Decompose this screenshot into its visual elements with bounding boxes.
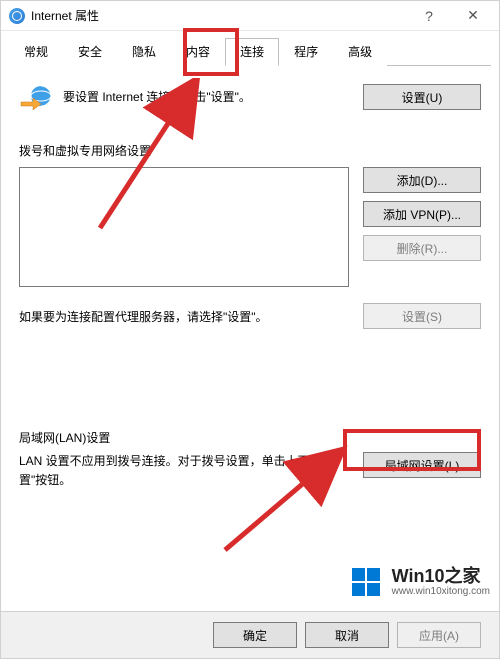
- ok-button[interactable]: 确定: [213, 622, 297, 648]
- setup-desc-post: 。: [239, 90, 251, 104]
- lan-section: 局域网(LAN)设置 LAN 设置不应用到拨号连接。对于拨号设置，单击上面的"设…: [19, 429, 481, 490]
- proxy-settings-button: 设置(S): [363, 303, 481, 329]
- tab-content[interactable]: 内容: [171, 38, 225, 66]
- internet-properties-window: Internet 属性 ? ✕ 常规 安全 隐私 内容 连接 程序 高级 要设置…: [0, 0, 500, 659]
- setup-button[interactable]: 设置(U): [363, 84, 481, 110]
- setup-description: 要设置 Internet 连接，单击"设置"。: [63, 88, 353, 106]
- watermark-url: www.win10xitong.com: [392, 586, 490, 597]
- content-panel: 要设置 Internet 连接，单击"设置"。 设置(U) 拨号和虚拟专用网络设…: [1, 66, 499, 611]
- close-button[interactable]: ✕: [451, 2, 495, 30]
- proxy-text: 如果要为连接配置代理服务器，请选择"设置"。: [19, 308, 351, 325]
- dialup-section: 拨号和虚拟专用网络设置 添加(D)... 添加 VPN(P)... 删除(R).…: [19, 142, 481, 329]
- add-vpn-button[interactable]: 添加 VPN(P)...: [363, 201, 481, 227]
- dialup-buttons: 添加(D)... 添加 VPN(P)... 删除(R)...: [363, 167, 481, 287]
- apply-button: 应用(A): [397, 622, 481, 648]
- help-button[interactable]: ?: [407, 2, 451, 30]
- connections-listbox[interactable]: [19, 167, 349, 287]
- add-button[interactable]: 添加(D)...: [363, 167, 481, 193]
- watermark: Win10之家 www.win10xitong.com: [350, 565, 490, 599]
- remove-button: 删除(R)...: [363, 235, 481, 261]
- setup-desc-pre: 要设置 Internet 连接，单击: [63, 90, 206, 104]
- tab-connections[interactable]: 连接: [225, 38, 279, 66]
- tab-security[interactable]: 安全: [63, 38, 117, 66]
- lan-row: LAN 设置不应用到拨号连接。对于拨号设置，单击上面的"设置"按钮。 局域网设置…: [19, 452, 481, 490]
- globe-arrow-icon: [19, 80, 53, 114]
- proxy-row: 如果要为连接配置代理服务器，请选择"设置"。 设置(S): [19, 303, 481, 329]
- tab-advanced[interactable]: 高级: [333, 38, 387, 66]
- tab-general[interactable]: 常规: [9, 38, 63, 66]
- setup-desc-quoted: "设置": [206, 90, 239, 104]
- lan-title: 局域网(LAN)设置: [19, 429, 481, 446]
- lan-settings-button[interactable]: 局域网设置(L): [363, 452, 481, 478]
- internet-icon: [9, 8, 25, 24]
- window-title: Internet 属性: [31, 7, 407, 24]
- windows-logo-icon: [350, 565, 384, 599]
- tab-programs[interactable]: 程序: [279, 38, 333, 66]
- watermark-text: Win10之家 www.win10xitong.com: [392, 567, 490, 598]
- dialog-buttons: 确定 取消 应用(A): [1, 611, 499, 658]
- lan-text: LAN 设置不应用到拨号连接。对于拨号设置，单击上面的"设置"按钮。: [19, 452, 349, 490]
- dialup-title: 拨号和虚拟专用网络设置: [19, 142, 481, 159]
- dialup-area: 添加(D)... 添加 VPN(P)... 删除(R)...: [19, 167, 481, 287]
- tabs: 常规 安全 隐私 内容 连接 程序 高级: [1, 31, 499, 65]
- setup-row: 要设置 Internet 连接，单击"设置"。 设置(U): [19, 80, 481, 114]
- cancel-button[interactable]: 取消: [305, 622, 389, 648]
- titlebar: Internet 属性 ? ✕: [1, 1, 499, 31]
- watermark-brand: Win10之家: [392, 567, 490, 587]
- tab-privacy[interactable]: 隐私: [117, 38, 171, 66]
